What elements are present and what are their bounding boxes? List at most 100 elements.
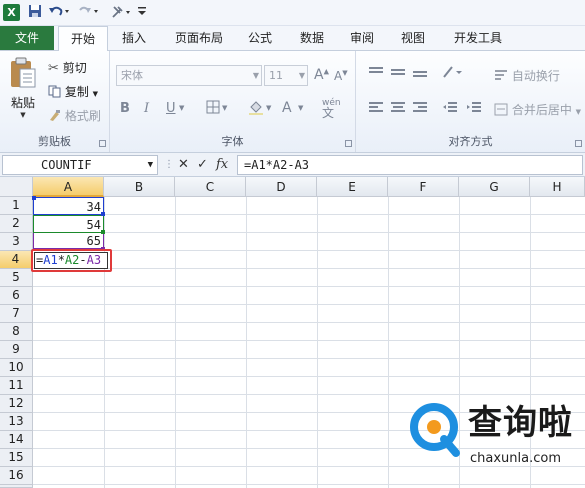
gridline [33,214,585,215]
row-header-10[interactable]: 10 [0,359,33,377]
row-header-11[interactable]: 11 [0,377,33,395]
formula-input[interactable]: =A1*A2-A3 [237,155,583,175]
align-right-button[interactable] [412,101,428,119]
gridline [388,197,389,488]
row-header-3[interactable]: 3 [0,233,33,251]
wrap-text-button[interactable]: 自动换行 [494,67,560,85]
tab-view[interactable]: 视图 [393,26,433,50]
column-header-g[interactable]: G [459,177,530,197]
font-launcher[interactable] [345,140,352,147]
format-painter-label: 格式刷 [64,109,101,123]
font-name-combo[interactable]: 宋体 ▼ [116,65,262,86]
align-left-button[interactable] [368,101,384,119]
column-header-e[interactable]: E [317,177,388,197]
underline-button[interactable]: U [166,101,176,116]
orientation-button[interactable] [442,65,464,83]
row-header-14[interactable]: 14 [0,431,33,449]
align-top-button[interactable] [368,65,384,83]
row-header-7[interactable]: 7 [0,305,33,323]
tab-developer[interactable]: 开发工具 [446,26,510,50]
cell-a4-editor[interactable]: =A1*A2-A3 [34,252,108,269]
row-header-13[interactable]: 13 [0,413,33,431]
row-header-1[interactable]: 1 [0,197,33,215]
cell-a1[interactable]: 34 [33,197,104,215]
ribbon-tabs: 文件 开始 插入 页面布局 公式 数据 审阅 视图 开发工具 [0,26,585,51]
alignment-launcher[interactable] [575,140,582,147]
row-header-16[interactable]: 16 [0,467,33,485]
gridline [33,322,585,323]
customize-qat-icon[interactable] [137,4,147,21]
column-header-d[interactable]: D [246,177,317,197]
merge-center-button[interactable]: 合并后居中 ▼ [494,101,581,119]
column-header-a[interactable]: A [33,177,104,197]
range-handle[interactable] [101,230,105,234]
fill-color-button[interactable] [248,99,264,119]
tools-icon[interactable] [110,4,134,21]
font-color-button[interactable]: A [282,100,292,116]
shrink-font-button[interactable]: A▼ [334,69,348,83]
borders-button[interactable] [206,100,220,118]
increase-indent-button[interactable] [466,101,482,119]
tab-review[interactable]: 审阅 [342,26,382,50]
row-header-12[interactable]: 12 [0,395,33,413]
gridline [33,232,585,233]
range-handle[interactable] [101,212,105,216]
insert-function-icon[interactable]: fx [216,156,228,174]
tab-formulas[interactable]: 公式 [240,26,280,50]
chevron-down-icon: ▼ [92,90,99,98]
align-bottom-button[interactable] [412,65,428,83]
tab-insert[interactable]: 插入 [114,26,154,50]
row-header-2[interactable]: 2 [0,215,33,233]
clipboard-launcher[interactable] [99,140,106,147]
cell-a2[interactable]: 54 [33,215,104,233]
cut-label: 剪切 [62,61,87,75]
row-header-8[interactable]: 8 [0,323,33,341]
column-header-c[interactable]: C [175,177,246,197]
row-header-15[interactable]: 15 [0,449,33,467]
paste-icon [6,57,40,92]
italic-button[interactable]: I [144,101,149,116]
chevron-down-icon: ▼ [298,71,305,80]
merge-icon [494,103,508,119]
decrease-indent-button[interactable] [442,101,458,119]
column-header-f[interactable]: F [388,177,459,197]
cut-button[interactable]: ✂ 剪切 [48,59,87,76]
align-middle-button[interactable] [390,65,406,83]
grow-font-button[interactable]: A▲ [314,67,329,83]
alignment-group-label: 对齐方式 [448,135,493,148]
gridline [33,358,585,359]
formula-bar: COUNTIF ▼ ⋮ ✕ ✓ fx =A1*A2-A3 [0,153,585,177]
tab-file[interactable]: 文件 [0,26,54,50]
phonetic-button[interactable]: wén 文 [322,98,341,120]
paste-button[interactable]: 粘贴 ▼ [6,57,40,119]
cell-a3[interactable]: 65 [33,233,104,249]
name-box[interactable]: COUNTIF ▼ [2,155,158,175]
chevron-down-icon: ▼ [266,104,272,112]
cancel-icon[interactable]: ✕ [178,156,189,174]
font-size-combo[interactable]: 11 ▼ [264,65,308,86]
redo-icon[interactable] [78,4,100,21]
bold-button[interactable]: B [120,101,130,116]
tab-page-layout[interactable]: 页面布局 [166,26,232,50]
gridline [33,250,585,251]
column-header-h[interactable]: H [530,177,585,197]
undo-icon[interactable] [48,4,70,21]
save-icon[interactable] [28,4,42,21]
row-header-6[interactable]: 6 [0,287,33,305]
gridline [33,268,585,269]
copy-button[interactable]: 复制 ▼ [48,83,98,101]
chaxunla-logo-icon [410,403,460,457]
tab-home[interactable]: 开始 [58,26,108,51]
row-header-9[interactable]: 9 [0,341,33,359]
tab-data[interactable]: 数据 [292,26,332,50]
row-header-4[interactable]: 4 [0,251,33,269]
enter-icon[interactable]: ✓ [197,156,208,174]
column-header-b[interactable]: B [104,177,175,197]
range-handle[interactable] [32,196,36,200]
align-center-button[interactable] [390,101,406,119]
select-all-corner[interactable] [0,177,33,197]
row-header-5[interactable]: 5 [0,269,33,287]
formula-bar-splitter[interactable]: ⋮ [164,156,174,174]
format-painter-button[interactable]: 格式刷 [48,107,101,125]
excel-app-icon[interactable]: X [3,4,20,21]
